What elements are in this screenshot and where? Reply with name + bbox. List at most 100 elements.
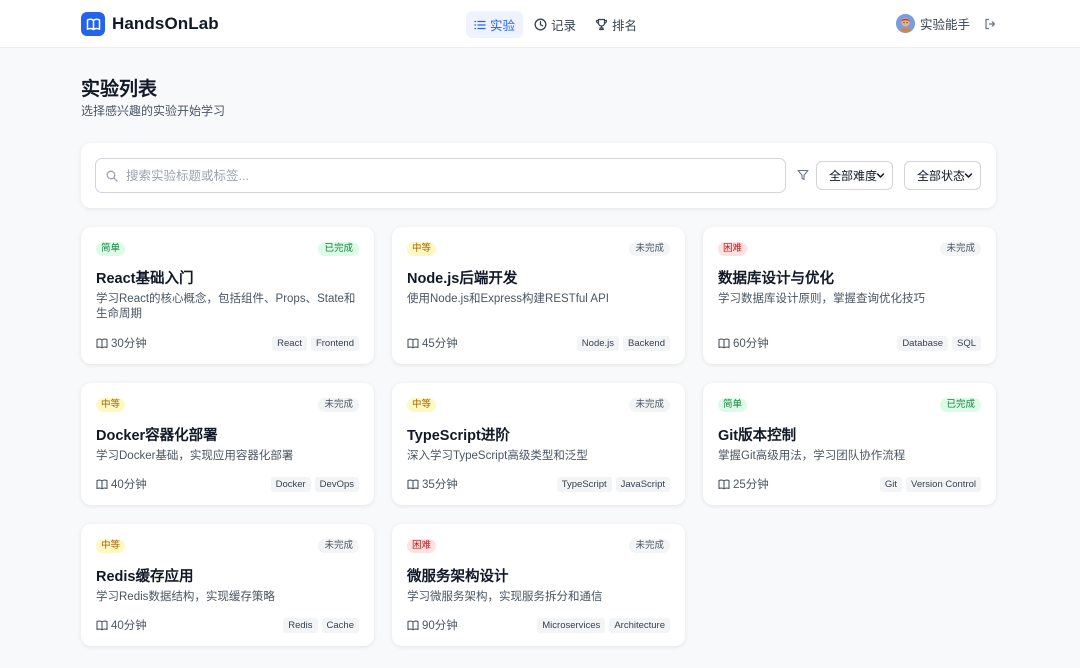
difficulty-badge: 困难 <box>407 539 437 553</box>
difficulty-badge: 简单 <box>718 398 748 412</box>
lab-description: 学习React的核心概念，包括组件、Props、State和生命周期 <box>96 293 356 320</box>
status-badge: 未完成 <box>318 398 359 412</box>
status-select[interactable]: 全部状态 <box>904 161 981 190</box>
difficulty-select[interactable]: 全部难度 <box>816 161 893 190</box>
nav-tab-label: 实验 <box>490 19 516 33</box>
status-badge: 未完成 <box>940 242 981 256</box>
tag[interactable]: Redis <box>283 617 318 633</box>
user-menu[interactable]: 实验能手 <box>896 14 996 33</box>
lab-card[interactable]: 中等 未完成 Node.js后端开发 使用Node.js和Express构建RE… <box>392 227 685 364</box>
search-icon <box>106 170 118 182</box>
difficulty-select-value: 全部难度 <box>829 169 878 183</box>
lab-title: TypeScript进阶 <box>407 428 510 444</box>
lab-duration: 35分钟 <box>407 476 458 492</box>
nav-tab-labs[interactable]: 实验 <box>466 11 524 38</box>
lab-card[interactable]: 中等 未完成 TypeScript进阶 深入学习TypeScript高级类型和泛… <box>392 383 685 505</box>
lab-card[interactable]: 困难 未完成 微服务架构设计 学习微服务架构，实现服务拆分和通信 90分钟 Mi… <box>392 524 685 646</box>
lab-card[interactable]: 简单 已完成 Git版本控制 掌握Git高级用法，学习团队协作流程 25分钟 G… <box>703 383 996 505</box>
lab-card[interactable]: 困难 未完成 数据库设计与优化 学习数据库设计原则，掌握查询优化技巧 60分钟 … <box>703 227 996 364</box>
status-badge: 未完成 <box>318 539 359 553</box>
page-title: 实验列表 <box>81 79 158 100</box>
lab-duration-text: 35分钟 <box>422 479 458 491</box>
logout-icon[interactable] <box>984 18 996 30</box>
nav-tab-label: 记录 <box>551 19 577 33</box>
lab-description: 学习数据库设计原则，掌握查询优化技巧 <box>718 293 925 305</box>
status-badge: 未完成 <box>629 398 670 412</box>
lab-card-footer: 35分钟 TypeScript JavaScript <box>407 476 670 492</box>
tag-list: TypeScript JavaScript <box>553 476 670 492</box>
tag[interactable]: React <box>272 335 307 351</box>
status-badge: 已完成 <box>940 398 981 412</box>
lab-duration: 40分钟 <box>96 617 147 633</box>
tag[interactable]: Frontend <box>310 335 359 351</box>
lab-card-footer: 40分钟 Redis Cache <box>96 617 359 633</box>
nav-tab-ranking[interactable]: 排名 <box>587 11 645 38</box>
lab-card-footer: 90分钟 Microservices Architecture <box>407 617 670 633</box>
lab-title: Git版本控制 <box>718 428 797 444</box>
tag[interactable]: JavaScript <box>615 476 670 492</box>
lab-duration-text: 40分钟 <box>111 620 147 632</box>
tag[interactable]: Node.js <box>576 335 620 351</box>
list-icon <box>474 20 486 29</box>
tag[interactable]: Database <box>897 335 948 351</box>
lab-duration-text: 25分钟 <box>733 479 769 491</box>
tag-list: Docker DevOps <box>267 476 359 492</box>
lab-description: 掌握Git高级用法，学习团队协作流程 <box>718 450 906 462</box>
lab-duration: 30分钟 <box>96 335 147 351</box>
avatar[interactable] <box>896 14 915 33</box>
difficulty-badge: 中等 <box>96 398 126 412</box>
book-open-icon <box>407 337 419 348</box>
nav-tab-label: 排名 <box>612 19 638 33</box>
lab-description: 学习Docker基础，实现应用容器化部署 <box>96 450 294 462</box>
status-badge: 未完成 <box>629 539 670 553</box>
filter-panel: 全部难度 全部状态 <box>81 143 996 208</box>
tag[interactable]: SQL <box>951 335 981 351</box>
tag[interactable]: Version Control <box>906 476 981 492</box>
search-input[interactable] <box>126 168 766 183</box>
lab-card-footer: 25分钟 Git Version Control <box>718 476 981 492</box>
nav-tab-records[interactable]: 记录 <box>526 11 584 38</box>
app-logo[interactable]: HandsOnLab <box>81 12 219 36</box>
tag[interactable]: Architecture <box>609 617 670 633</box>
tag[interactable]: Backend <box>623 335 670 351</box>
tag[interactable]: TypeScript <box>556 476 612 492</box>
lab-duration: 45分钟 <box>407 335 458 351</box>
book-open-icon <box>718 478 730 489</box>
lab-duration-text: 45分钟 <box>422 338 458 350</box>
lab-duration: 40分钟 <box>96 476 147 492</box>
lab-duration-text: 90分钟 <box>422 620 458 632</box>
difficulty-badge: 中等 <box>407 398 437 412</box>
search-box[interactable] <box>95 158 786 193</box>
book-open-icon <box>407 619 419 630</box>
lab-card[interactable]: 中等 未完成 Redis缓存应用 学习Redis数据结构，实现缓存策略 40分钟… <box>81 524 374 646</box>
clock-icon <box>534 18 547 31</box>
lab-card-footer: 60分钟 Database SQL <box>718 335 981 351</box>
tag[interactable]: DevOps <box>314 476 359 492</box>
lab-title: 数据库设计与优化 <box>718 271 834 287</box>
tag[interactable]: Docker <box>270 476 311 492</box>
lab-card[interactable]: 中等 未完成 Docker容器化部署 学习Docker基础，实现应用容器化部署 … <box>81 383 374 505</box>
lab-card-footer: 30分钟 React Frontend <box>96 335 359 351</box>
tag[interactable]: Git <box>879 476 903 492</box>
tag-list: Redis Cache <box>279 617 359 633</box>
tag[interactable]: Microservices <box>537 617 606 633</box>
tag[interactable]: Cache <box>321 617 359 633</box>
difficulty-badge: 中等 <box>407 242 437 256</box>
chevron-down-icon <box>876 173 885 178</box>
lab-description: 学习微服务架构，实现服务拆分和通信 <box>407 591 603 603</box>
lab-description: 使用Node.js和Express构建RESTful API <box>407 293 609 305</box>
book-icon <box>81 12 105 36</box>
book-open-icon <box>96 337 108 348</box>
lab-card[interactable]: 简单 已完成 React基础入门 学习React的核心概念，包括组件、Props… <box>81 227 374 364</box>
status-select-value: 全部状态 <box>917 169 966 183</box>
book-open-icon <box>407 478 419 489</box>
status-badge: 未完成 <box>629 242 670 256</box>
book-open-icon <box>96 478 108 489</box>
lab-duration: 90分钟 <box>407 617 458 633</box>
lab-title: Redis缓存应用 <box>96 569 194 585</box>
tag-list: React Frontend <box>268 335 359 351</box>
lab-card-footer: 40分钟 Docker DevOps <box>96 476 359 492</box>
book-open-icon <box>718 337 730 348</box>
trophy-icon <box>595 18 608 31</box>
top-navbar: HandsOnLab 实验 记录 排名 实验能手 <box>0 0 1080 48</box>
